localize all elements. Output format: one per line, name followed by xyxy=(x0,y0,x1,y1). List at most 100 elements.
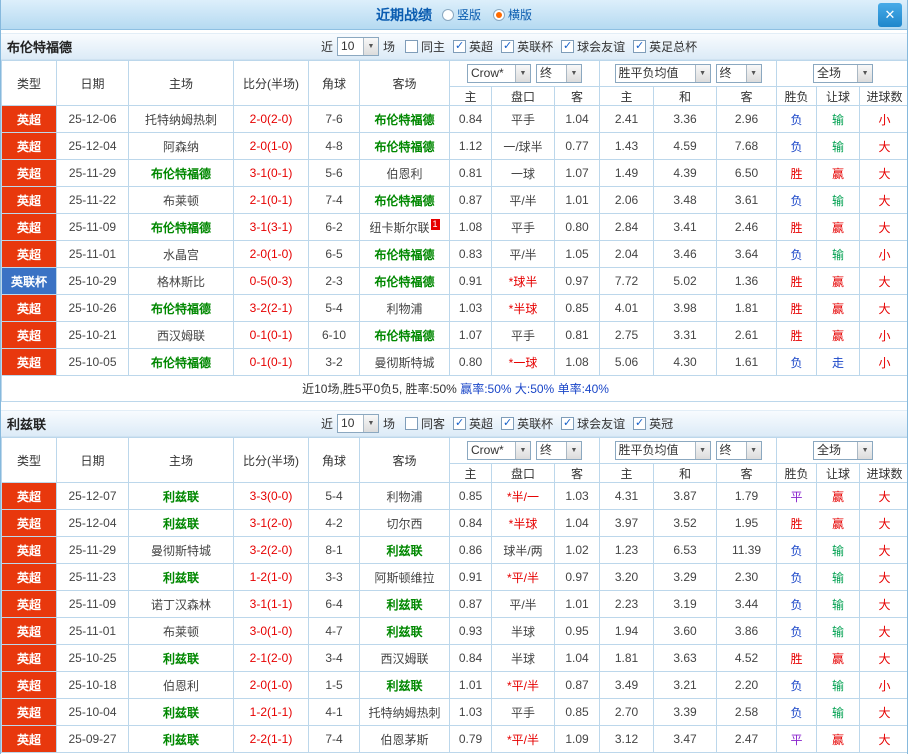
checkbox-unchecked-icon[interactable] xyxy=(405,417,418,430)
asian-away-odds-cell: 1.04 xyxy=(555,106,600,133)
match-count-select[interactable]: 10▼ xyxy=(337,37,379,56)
subcol-europe-away: 客 xyxy=(717,87,777,106)
filter-checkbox[interactable]: 同客 xyxy=(405,415,445,432)
asian-time-select[interactable]: 终▼ xyxy=(536,441,582,460)
filter-checkbox[interactable]: ✓英联杯 xyxy=(501,415,553,432)
home-team-cell: 阿森纳 xyxy=(129,133,234,160)
europe-away-cell: 2.61 xyxy=(717,322,777,349)
filter-controls: 近 10▼ 场 同主✓英超✓英联杯✓球会友谊✓英足总杯 xyxy=(321,34,697,59)
filter-checkbox[interactable]: ✓英超 xyxy=(453,38,493,55)
away-team-cell: 托特纳姆热刺 xyxy=(360,699,450,726)
subcol-asian-away: 客 xyxy=(555,87,600,106)
layout-option[interactable]: 竖版 xyxy=(442,6,481,23)
match-count-select[interactable]: 10▼ xyxy=(337,414,379,433)
score-cell: 3-2(2-0) xyxy=(234,537,309,564)
scope-select[interactable]: 全场▼ xyxy=(813,441,873,460)
outcome-cell: 胜 xyxy=(777,268,817,295)
subcol-asian-away: 客 xyxy=(555,464,600,483)
match-count-value: 10 xyxy=(338,415,363,432)
scope-select[interactable]: 全场▼ xyxy=(813,64,873,83)
checkbox-checked-icon[interactable]: ✓ xyxy=(453,40,466,53)
europe-time-select[interactable]: 终▼ xyxy=(716,441,762,460)
close-button[interactable]: ✕ xyxy=(878,3,902,27)
team-section: 布伦特福德 近 10▼ 场 同主✓英超✓英联杯✓球会友谊✓英足总杯 类型 日期 … xyxy=(1,33,907,402)
match-row: 英超25-12-07利兹联3-3(0-0)5-4利物浦0.85*半/一1.034… xyxy=(2,483,908,510)
asian-home-odds-cell: 1.12 xyxy=(450,133,492,160)
europe-company-select[interactable]: 胜平负均值▼ xyxy=(615,64,711,83)
col-header-corners: 角球 xyxy=(309,61,360,106)
checkbox-checked-icon[interactable]: ✓ xyxy=(501,40,514,53)
match-count-value: 10 xyxy=(338,38,363,55)
filter-checkbox[interactable]: ✓球会友谊 xyxy=(561,415,625,432)
goals-cell: 大 xyxy=(860,268,908,295)
outcome-cell: 负 xyxy=(777,537,817,564)
asian-away-odds-cell: 1.03 xyxy=(555,483,600,510)
col-header-date: 日期 xyxy=(57,438,129,483)
europe-draw-cell: 3.19 xyxy=(654,591,717,618)
date-cell: 25-11-09 xyxy=(57,214,129,241)
date-cell: 25-11-29 xyxy=(57,537,129,564)
result-header: 全场▼ xyxy=(777,438,908,464)
radio-unselected-icon[interactable] xyxy=(442,9,454,21)
asian-home-odds-cell: 0.87 xyxy=(450,187,492,214)
handicap-result-cell: 输 xyxy=(817,187,860,214)
europe-away-cell: 2.58 xyxy=(717,699,777,726)
europe-draw-cell: 3.63 xyxy=(654,645,717,672)
summary-row: 近10场,胜5平0负5, 胜率:50% 赢率:50% 大:50% 单率:40% xyxy=(2,376,908,402)
europe-company-select[interactable]: 胜平负均值▼ xyxy=(615,441,711,460)
subcol-europe-draw: 和 xyxy=(654,87,717,106)
away-team-cell: 布伦特福德 xyxy=(360,322,450,349)
outcome-cell: 胜 xyxy=(777,322,817,349)
filter-label: 同客 xyxy=(421,415,445,432)
filter-checkbox[interactable]: ✓英超 xyxy=(453,415,493,432)
home-team-cell: 布伦特福德 xyxy=(129,214,234,241)
asian-company-select[interactable]: Crow*▼ xyxy=(467,64,531,83)
handicap-cell: *半/一 xyxy=(492,483,555,510)
checkbox-unchecked-icon[interactable] xyxy=(405,40,418,53)
europe-draw-cell: 4.39 xyxy=(654,160,717,187)
match-row: 英超25-10-26布伦特福德3-2(2-1)5-4利物浦1.03*半球0.85… xyxy=(2,295,908,322)
europe-away-cell: 1.79 xyxy=(717,483,777,510)
checkbox-checked-icon[interactable]: ✓ xyxy=(633,40,646,53)
home-team-cell: 伯恩利 xyxy=(129,672,234,699)
checkbox-checked-icon[interactable]: ✓ xyxy=(561,417,574,430)
col-header-type: 类型 xyxy=(2,61,57,106)
outcome-cell: 负 xyxy=(777,133,817,160)
checkbox-checked-icon[interactable]: ✓ xyxy=(501,417,514,430)
filter-checkbox[interactable]: ✓英冠 xyxy=(633,415,673,432)
match-row: 英超25-12-04利兹联3-1(2-0)4-2切尔西0.84*半球1.043.… xyxy=(2,510,908,537)
checkbox-checked-icon[interactable]: ✓ xyxy=(453,417,466,430)
europe-home-cell: 2.75 xyxy=(600,322,654,349)
match-row: 英超25-11-01水晶宫2-0(1-0)6-5布伦特福德0.83平/半1.05… xyxy=(2,241,908,268)
asian-company-select[interactable]: Crow*▼ xyxy=(467,441,531,460)
asian-company-value: Crow* xyxy=(468,442,515,459)
filter-checkbox[interactable]: ✓英足总杯 xyxy=(633,38,697,55)
europe-away-cell: 7.68 xyxy=(717,133,777,160)
radio-selected-icon[interactable] xyxy=(493,9,505,21)
asian-time-select[interactable]: 终▼ xyxy=(536,64,582,83)
layout-option[interactable]: 横版 xyxy=(493,6,532,23)
score-cell: 2-1(2-0) xyxy=(234,645,309,672)
result-header: 全场▼ xyxy=(777,61,908,87)
handicap-result-cell: 输 xyxy=(817,618,860,645)
away-team-cell: 利物浦 xyxy=(360,295,450,322)
europe-draw-cell: 4.30 xyxy=(654,349,717,376)
section-header: 布伦特福德 近 10▼ 场 同主✓英超✓英联杯✓球会友谊✓英足总杯 xyxy=(1,33,907,60)
asian-company-value: Crow* xyxy=(468,65,515,82)
handicap-cell: 平手 xyxy=(492,322,555,349)
near-label: 近 xyxy=(321,38,333,55)
date-cell: 25-12-04 xyxy=(57,133,129,160)
corners-cell: 4-1 xyxy=(309,699,360,726)
checkbox-checked-icon[interactable]: ✓ xyxy=(633,417,646,430)
europe-time-select[interactable]: 终▼ xyxy=(716,64,762,83)
asian-away-odds-cell: 1.07 xyxy=(555,160,600,187)
europe-away-cell: 1.36 xyxy=(717,268,777,295)
filter-checkbox[interactable]: 同主 xyxy=(405,38,445,55)
filter-checkbox[interactable]: ✓球会友谊 xyxy=(561,38,625,55)
date-cell: 25-11-29 xyxy=(57,160,129,187)
checkbox-checked-icon[interactable]: ✓ xyxy=(561,40,574,53)
score-cell: 0-5(0-3) xyxy=(234,268,309,295)
league-filter-group: 同主 ✓英超 ✓英联杯 ✓球会友谊 ✓英足总杯 xyxy=(405,38,697,55)
match-row: 英超25-10-25利兹联2-1(2-0)3-4西汉姆联0.84半球1.041.… xyxy=(2,645,908,672)
filter-checkbox[interactable]: ✓英联杯 xyxy=(501,38,553,55)
